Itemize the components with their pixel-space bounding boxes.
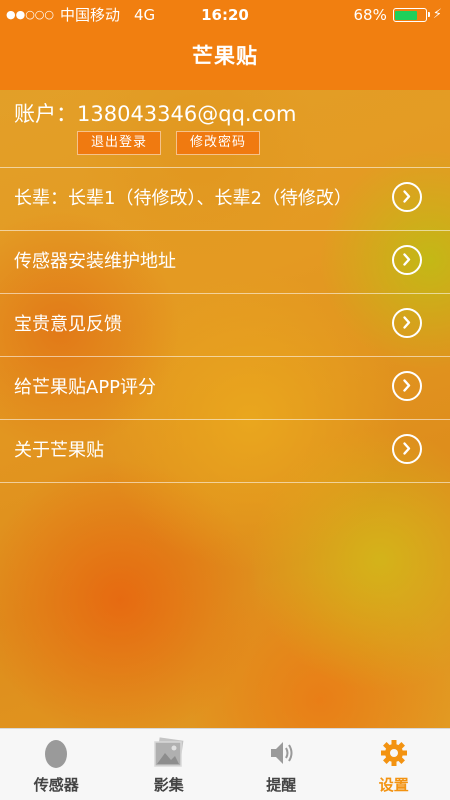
logout-button[interactable]: 退出登录 [77, 131, 161, 155]
battery-percent: 68% [353, 6, 387, 24]
account-label: 账户：138043346@qq.com [14, 98, 296, 128]
charging-bolt-icon: ⚡ [432, 7, 442, 22]
status-bar: ●●○○○ 中国移动 4G 16:20 68% ⚡ [0, 0, 450, 30]
menu-item-label: 关于芒果贴 [14, 440, 104, 461]
nav-header: ●●○○○ 中国移动 4G 16:20 68% ⚡ 芒果贴 [0, 0, 450, 90]
battery-icon [392, 8, 430, 22]
chevron-right-circle-icon [392, 308, 422, 338]
account-section: 账户：138043346@qq.com 退出登录 修改密码 [0, 90, 450, 168]
tab-label: 提醒 [266, 776, 297, 794]
gear-icon [377, 737, 411, 769]
tab-label: 影集 [153, 776, 184, 794]
tab-sensor[interactable]: 传感器 [0, 729, 113, 800]
speaker-icon [264, 737, 298, 769]
chevron-right-circle-icon [392, 371, 422, 401]
menu-item-label: 长辈：长辈1（待修改）、长辈2（待修改） [14, 188, 352, 209]
menu-item-rate-app[interactable]: 给芒果贴APP评分 [0, 357, 450, 420]
menu-item-sensor-address[interactable]: 传感器安装维护地址 [0, 231, 450, 294]
menu-item-label: 宝贵意见反馈 [14, 314, 122, 335]
tab-label: 设置 [378, 776, 409, 794]
tab-bar: 传感器 影集 提醒 设置 [0, 728, 450, 800]
menu-item-about[interactable]: 关于芒果贴 [0, 420, 450, 483]
photo-icon [152, 737, 186, 769]
account-email: 138043346@qq.com [77, 102, 297, 126]
egg-icon [39, 737, 73, 769]
tab-label: 传感器 [33, 776, 79, 794]
menu-item-label: 给芒果贴APP评分 [14, 377, 157, 398]
menu-item-label: 传感器安装维护地址 [14, 251, 176, 272]
chevron-right-circle-icon [392, 182, 422, 212]
page-title: 芒果贴 [192, 44, 258, 68]
chevron-right-circle-icon [392, 245, 422, 275]
change-password-button[interactable]: 修改密码 [176, 131, 260, 155]
account-prefix: 账户： [14, 102, 77, 126]
tab-album[interactable]: 影集 [113, 729, 226, 800]
tab-settings[interactable]: 设置 [338, 729, 450, 800]
tab-reminder[interactable]: 提醒 [225, 729, 338, 800]
chevron-right-circle-icon [392, 434, 422, 464]
menu-item-elders[interactable]: 长辈：长辈1（待修改）、长辈2（待修改） [0, 168, 450, 231]
menu-item-feedback[interactable]: 宝贵意见反馈 [0, 294, 450, 357]
